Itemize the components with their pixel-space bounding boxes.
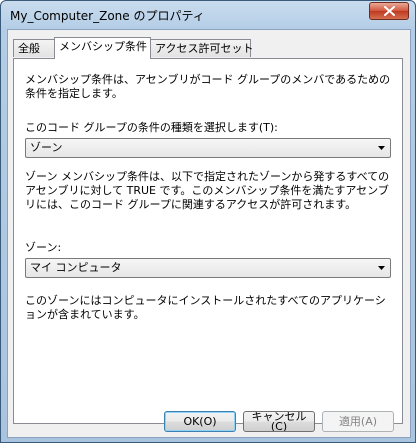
intro-text: メンバシップ条件は、アセンブリがコード グループのメンバであるための条件を指定し… [25, 73, 391, 100]
close-button[interactable] [369, 2, 409, 20]
close-icon [384, 6, 395, 16]
tab-permission-set[interactable]: アクセス許可セット [150, 39, 254, 57]
zone-label: ゾーン: [25, 241, 62, 254]
tab-general-label: 全般 [18, 42, 40, 55]
zone-description-text: ゾーン メンバシップ条件は、以下で指定されたゾーンから発するすべてのアセンブリに… [25, 170, 390, 211]
cancel-button[interactable]: キャンセル(C) [243, 411, 315, 432]
chevron-down-icon [378, 266, 385, 270]
dialog-client-area: 全般 メンバシップ条件 アクセス許可セット メンバシップ条件は、アセンブリがコー… [7, 29, 411, 438]
membership-condition-panel: メンバシップ条件は、アセンブリがコード グループのメンバであるための条件を指定し… [13, 58, 403, 424]
properties-window: My_Computer_Zone のプロパティ 全般 メンバシップ条件 アクセス… [0, 0, 416, 443]
tab-permission-set-label: アクセス許可セット [155, 42, 254, 55]
zone-dropdown[interactable]: マイ コンピュータ [25, 258, 391, 278]
apply-button[interactable]: 適用(A) [322, 411, 394, 432]
tab-membership-condition[interactable]: メンバシップ条件 [54, 37, 151, 59]
zone-value: マイ コンピュータ [30, 261, 122, 274]
condition-type-dropdown[interactable]: ゾーン [25, 138, 391, 158]
condition-type-value: ゾーン [30, 141, 63, 154]
tab-general[interactable]: 全般 [13, 39, 55, 57]
zone-info-text: このゾーンにはコンピュータにインストールされたすべてのアプリケーションが含まれて… [25, 294, 386, 321]
ok-button[interactable]: OK(O) [164, 411, 236, 432]
cancel-button-label: キャンセル(C) [251, 411, 307, 432]
condition-type-label: このコード グループの条件の種類を選択します(T): [25, 121, 278, 134]
window-title: My_Computer_Zone のプロパティ [10, 9, 205, 23]
title-bar[interactable]: My_Computer_Zone のプロパティ [1, 1, 415, 30]
chevron-down-icon [378, 146, 385, 150]
tab-membership-condition-label: メンバシップ条件 [59, 40, 147, 53]
